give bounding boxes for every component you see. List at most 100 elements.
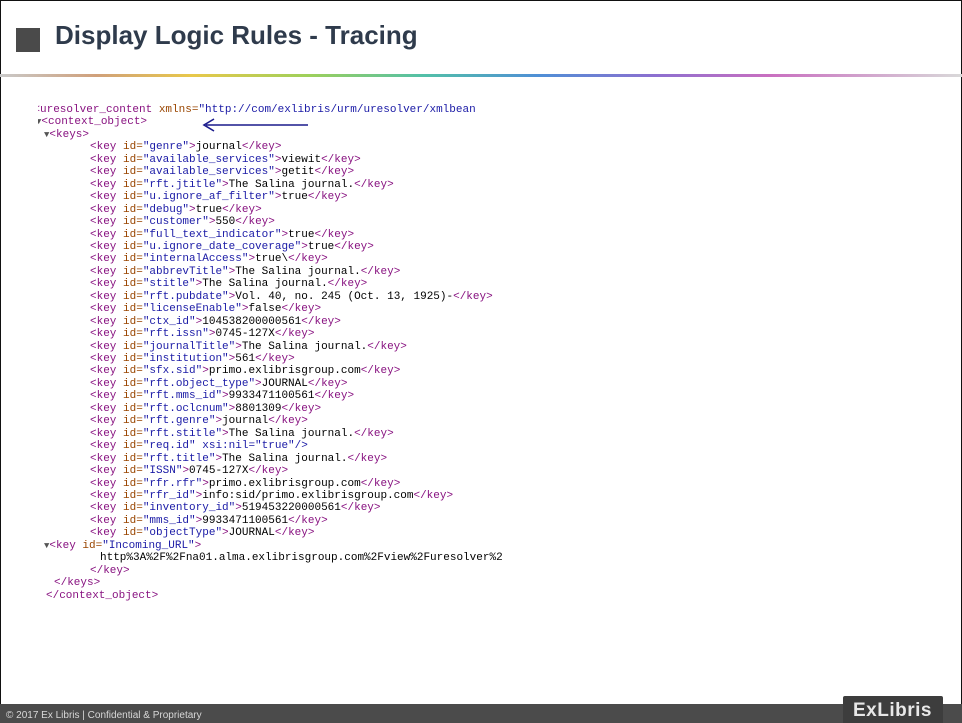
xml-tag-open: <key: [90, 141, 124, 154]
xml-line: <key id="rft.issn">0745-127X</key>: [90, 328, 314, 340]
xml-text-content: false: [248, 303, 282, 316]
xml-attribute-value: "rft.pubdate": [142, 290, 229, 303]
xml-tag-close: </key>: [255, 353, 295, 365]
xml-attribute: id=: [123, 178, 143, 191]
xml-attribute-value: "journalTitle": [142, 340, 236, 353]
xml-text-content: true: [307, 240, 335, 253]
xml-tag-open: <key: [90, 328, 124, 341]
xml-line: <key id="objectType">JOURNAL</key>: [90, 527, 314, 539]
xml-line[interactable]: ▼<uresolver_content xmlns="http://com/ex…: [38, 104, 476, 116]
xml-attribute-value: "rfr_id": [142, 489, 196, 502]
xml-line[interactable]: ▼<key id="Incoming_URL">: [44, 540, 201, 552]
xml-attribute: xmlns=: [158, 104, 199, 116]
xml-tag-open: <key: [90, 228, 124, 241]
xml-tag-open: <key: [90, 265, 124, 278]
xml-tag-close: </key>: [268, 415, 308, 428]
xml-text-content: http%3A%2F%2Fna01.alma.exlibrisgroup.com…: [100, 552, 503, 565]
xml-tag-close: </key>: [327, 278, 368, 291]
xml-tag-close: </key>: [314, 390, 355, 403]
xml-tag-close: </key>: [360, 477, 401, 490]
xml-tag-open: <key: [90, 489, 124, 502]
xml-line: <key id="customer">550</key>: [90, 216, 275, 228]
xml-bracket: >: [222, 427, 229, 440]
xml-line: <key id="u.ignore_date_coverage">true</k…: [90, 241, 374, 253]
xml-tag-close: </key>: [274, 527, 315, 540]
xml-attribute: id=: [123, 253, 143, 266]
xml-line: <key id="rft.mms_id">9933471100561</key>: [90, 390, 354, 402]
xml-attribute-value: "customer": [142, 216, 209, 229]
xml-attribute: id=: [123, 402, 143, 415]
xml-bracket: >: [189, 203, 196, 216]
xml-tag-close: </key>: [321, 153, 361, 166]
xml-tag-open: </key>: [90, 564, 130, 577]
xml-attribute: id=: [123, 340, 143, 353]
xml-attribute-value: "u.ignore_af_filter": [142, 191, 275, 204]
xml-line: <key id="rft.jtitle">The Salina journal.…: [90, 179, 394, 191]
xml-tag-open: <key: [90, 340, 124, 353]
xml-text-content: true: [195, 203, 223, 216]
xml-bracket: >: [189, 141, 196, 154]
xml-attribute-value: "debug": [142, 203, 190, 216]
xml-attribute: id=: [123, 452, 143, 465]
xml-attribute: id=: [123, 265, 143, 278]
xml-tag-open: <key: [90, 415, 124, 428]
xml-attribute-value: "rfr.rfr": [142, 477, 203, 490]
xml-tag-open: <key: [90, 166, 124, 179]
xml-line: </context_object>: [46, 590, 158, 602]
xml-line[interactable]: ▼<keys>: [44, 129, 89, 141]
exlibris-logo: ExLibris: [853, 700, 932, 721]
xml-attribute: id=: [123, 440, 143, 453]
xml-tag-open: <key: [90, 402, 124, 415]
xml-attribute: id=: [123, 427, 143, 440]
xml-line: <key id="rft.genre">journal</key>: [90, 415, 308, 427]
xml-attribute-value: "rft.jtitle": [142, 178, 223, 191]
xml-text-content: journal: [195, 141, 242, 154]
xml-attribute-value: "ISSN": [142, 465, 183, 478]
xml-attribute: id=: [123, 527, 143, 540]
xml-text-content: 104538200000561: [202, 315, 302, 328]
xml-attribute: id=: [123, 141, 143, 154]
xml-tag-open: <key: [90, 153, 124, 166]
xml-tag-close: </key>: [222, 203, 262, 216]
xml-tag-close: </key>: [288, 514, 328, 527]
xml-tag-open: <context_object>: [41, 116, 148, 129]
xml-tag-open: <key: [90, 203, 124, 216]
xml-line: <key id="genre">journal</key>: [90, 141, 281, 153]
xml-attribute-value: "genre": [142, 141, 190, 154]
xml-attribute-value: "sfx.sid": [142, 365, 203, 378]
xml-attribute: id=: [82, 539, 103, 552]
xml-tag-open: <key: [49, 539, 83, 552]
xml-line: <key id="journalTitle">The Salina journa…: [90, 341, 407, 353]
xml-tag-close: </key>: [453, 290, 493, 303]
xml-tag-close: </key>: [314, 166, 355, 179]
xml-attribute: id=: [123, 415, 143, 428]
xml-attribute-value: "req.id" xsi:nil="true"/>: [142, 440, 308, 453]
xml-tag-open: <key: [90, 365, 124, 378]
xml-tag-close: </key>: [248, 465, 289, 478]
xml-attribute: id=: [123, 290, 143, 303]
xml-text-content: JOURNAL: [261, 377, 308, 390]
xml-line: <key id="full_text_indicator">true</key>: [90, 229, 354, 241]
xml-text-content: 9933471100561: [202, 514, 289, 527]
xml-text-content: 561: [235, 353, 256, 365]
xml-line[interactable]: ▼<context_object>: [38, 116, 147, 128]
xml-tag-close: </key>: [347, 452, 388, 465]
xml-tag-close: </key>: [307, 191, 348, 204]
xml-tag-close: </key>: [281, 303, 322, 316]
xml-attribute-value: "institution": [142, 353, 229, 365]
xml-line: <key id="abbrevTitle">The Salina journal…: [90, 266, 400, 278]
xml-tag-close: </key>: [307, 377, 348, 390]
xml-tag-close: </key>: [360, 265, 401, 278]
xml-line: <key id="inventory_id">519453220000561</…: [90, 502, 381, 514]
xml-line: <key id="licenseEnable">false</key>: [90, 303, 321, 315]
xml-text-content: The Salina journal.: [235, 265, 361, 278]
xml-tag-open: <key: [90, 452, 124, 465]
xml-text-content: journal: [222, 415, 269, 428]
xml-attribute: id=: [123, 328, 143, 341]
xml-attribute: id=: [123, 240, 143, 253]
xml-line: <key id="sfx.sid">primo.exlibrisgroup.co…: [90, 365, 400, 377]
xml-tag-open: <keys>: [49, 128, 90, 141]
xml-line: <key id="rfr_id">info:sid/primo.exlibris…: [90, 490, 453, 502]
xml-tag-open: <key: [90, 502, 124, 515]
xml-attribute-value: "abbrevTitle": [142, 265, 229, 278]
